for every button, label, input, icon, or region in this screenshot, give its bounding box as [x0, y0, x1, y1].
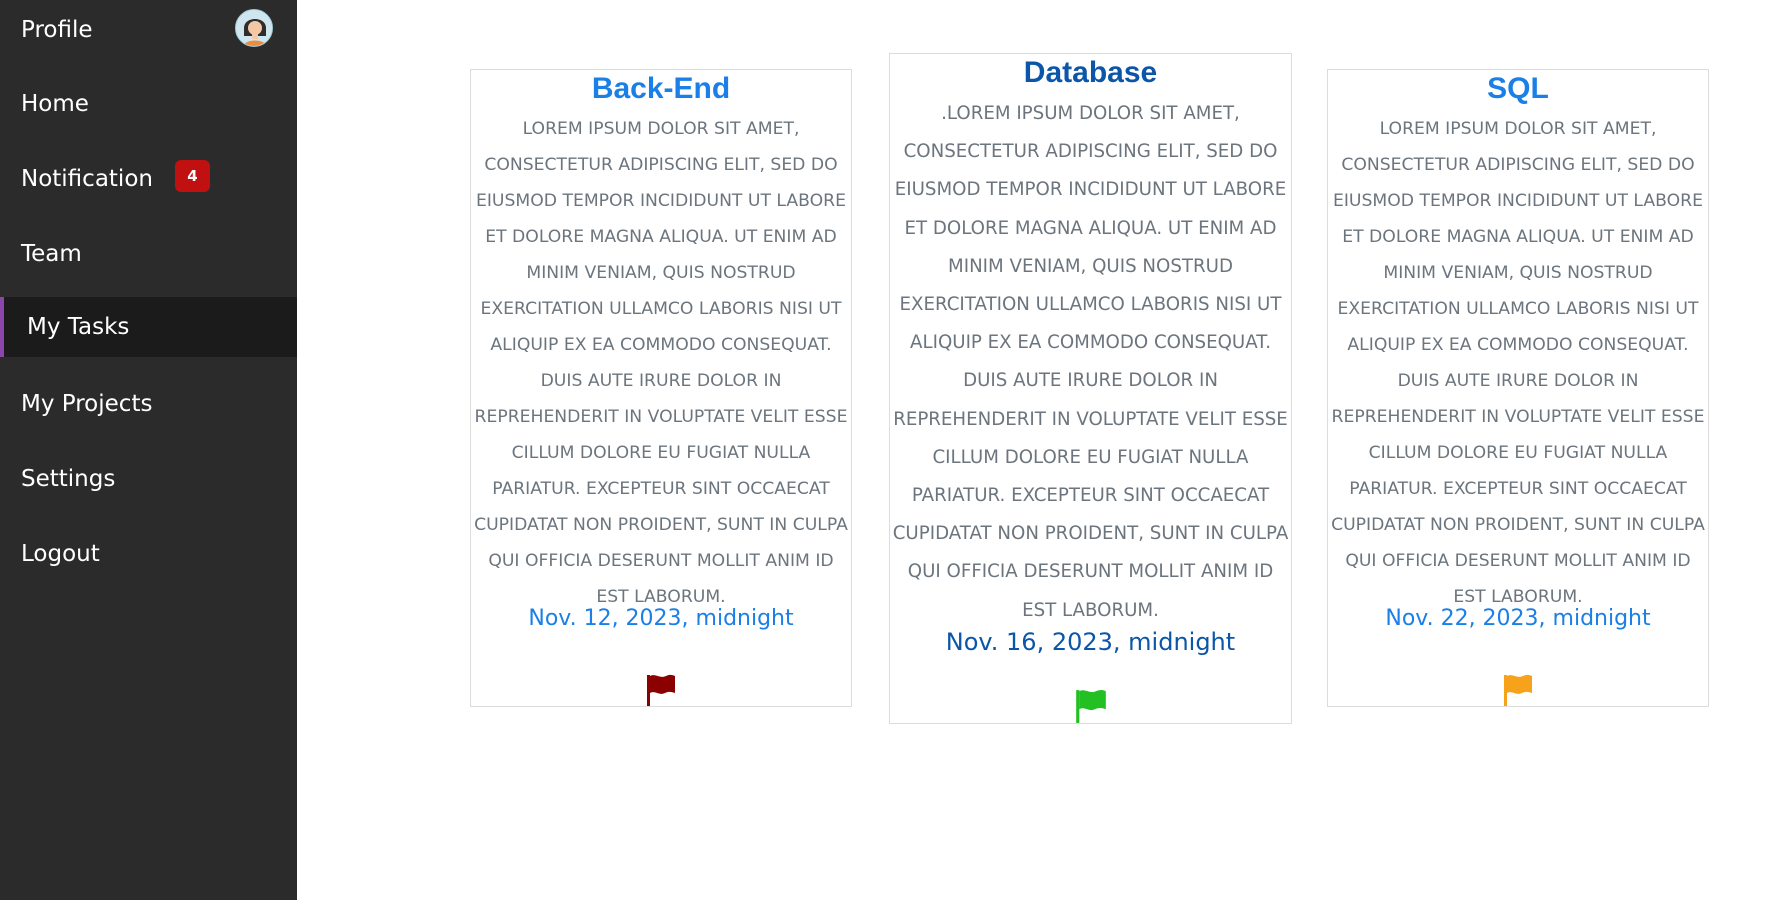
card-title: Back-End: [591, 72, 731, 105]
task-card[interactable]: SQL Lorem ipsum dolor sit amet, consecte…: [1327, 69, 1709, 707]
sidebar-item-home[interactable]: Home: [0, 74, 297, 134]
flag-icon: [1074, 688, 1108, 728]
card-due-date: Nov. 22, 2023, midnight: [1385, 606, 1651, 631]
card-title: Database: [1023, 56, 1158, 89]
sidebar-item-label: Team: [21, 241, 82, 267]
sidebar-item-notification[interactable]: Notification: [0, 149, 297, 209]
sidebar-item-label: My Tasks: [27, 314, 130, 340]
sidebar: Profile Home Notification 4 Team My Task…: [0, 0, 297, 900]
sidebar-item-label: Profile: [21, 17, 93, 43]
card-description: Lorem ipsum dolor sit amet, consectetur …: [474, 119, 848, 607]
card-due-date: Nov. 12, 2023, midnight: [528, 606, 794, 631]
card-description: .Lorem ipsum dolor sit amet, consectetur…: [892, 103, 1289, 621]
notification-count-badge: 4: [175, 160, 210, 192]
card-description: Lorem ipsum dolor sit amet, consectetur …: [1331, 119, 1705, 607]
card-title: SQL: [1487, 72, 1549, 105]
flag-icon: [645, 673, 677, 711]
card-due-date: Nov. 16, 2023, midnight: [945, 628, 1236, 656]
sidebar-item-my-tasks[interactable]: My Tasks: [0, 297, 297, 357]
sidebar-item-team[interactable]: Team: [0, 224, 297, 284]
sidebar-item-settings[interactable]: Settings: [0, 449, 297, 509]
sidebar-item-my-projects[interactable]: My Projects: [0, 374, 297, 434]
sidebar-item-label: My Projects: [21, 391, 153, 417]
task-card[interactable]: Back-End Lorem ipsum dolor sit amet, con…: [470, 69, 852, 707]
sidebar-item-label: Settings: [21, 466, 116, 492]
task-card[interactable]: Database .Lorem ipsum dolor sit amet, co…: [889, 53, 1292, 724]
user-avatar-icon[interactable]: [235, 9, 273, 47]
sidebar-item-logout[interactable]: Logout: [0, 524, 297, 584]
sidebar-item-label: Notification: [21, 166, 153, 192]
sidebar-item-label: Logout: [21, 541, 100, 567]
flag-icon: [1502, 673, 1534, 711]
sidebar-item-label: Home: [21, 91, 89, 117]
